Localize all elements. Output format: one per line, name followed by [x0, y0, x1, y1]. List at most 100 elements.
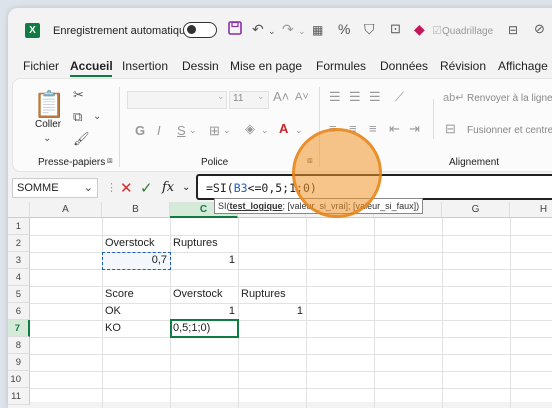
tab-affichage[interactable]: Affichage [498, 59, 548, 73]
cell-b6[interactable]: OK [102, 303, 170, 320]
name-box-dropdown-icon[interactable]: ⌄ [84, 181, 93, 194]
cell-c6[interactable]: 1 [170, 303, 238, 320]
cell-c5[interactable]: Overstock [170, 286, 238, 303]
tab-accueil[interactable]: Accueil [70, 59, 113, 73]
row-header-9[interactable]: 9 [8, 354, 30, 371]
percent-icon[interactable]: % [338, 21, 350, 37]
cell-c2[interactable]: Ruptures [170, 235, 238, 252]
increase-font-icon[interactable]: A˄ [273, 89, 289, 104]
cut-icon[interactable]: ✂ [73, 87, 84, 103]
eraser-icon[interactable]: ◆ [414, 21, 425, 38]
fill-color-icon[interactable]: ◈ [245, 121, 255, 137]
underline-dropdown-icon[interactable]: ⌄ [189, 125, 197, 136]
tab-insertion[interactable]: Insertion [122, 59, 168, 73]
increase-indent-icon[interactable]: ⇥ [409, 121, 420, 137]
cell-b7[interactable]: KO [102, 320, 170, 337]
italic-button[interactable]: I [157, 123, 161, 138]
copy-icon[interactable]: ⧉ [73, 109, 82, 125]
wrap-text-icon[interactable]: ab↵ [443, 91, 464, 104]
row-header-1[interactable]: 1 [8, 218, 30, 235]
tab-revision[interactable]: Révision [440, 59, 486, 73]
row-header-10[interactable]: 10 [8, 371, 30, 388]
insert-function-icon[interactable]: fx [162, 180, 174, 195]
font-name-dropdown-icon[interactable]: ⌄ [217, 91, 225, 102]
grid-divider [30, 388, 552, 389]
cancel-icon[interactable]: ✕ [120, 179, 133, 197]
column-header-a[interactable]: A [30, 202, 102, 218]
row-header-8[interactable]: 8 [8, 337, 30, 354]
cell-b3[interactable]: 0,7 [102, 252, 170, 269]
row-header-3[interactable]: 3 [8, 252, 30, 269]
cursor-highlight-circle [292, 128, 382, 218]
row-header-6[interactable]: 6 [8, 303, 30, 320]
frame-icon[interactable]: ⊡ [390, 21, 401, 37]
paste-label[interactable]: Coller [35, 119, 61, 130]
bold-button[interactable]: G [135, 123, 145, 138]
tab-dessin[interactable]: Dessin [182, 59, 219, 73]
fill-color-dropdown-icon[interactable]: ⌄ [261, 125, 269, 136]
row-header-4[interactable]: 4 [8, 269, 30, 286]
copy-dropdown-icon[interactable]: ⌄ [93, 111, 101, 122]
tab-fichier[interactable]: Fichier [23, 59, 59, 73]
font-color-dropdown-icon[interactable]: ⌄ [295, 125, 303, 136]
select-all-corner[interactable] [8, 202, 30, 218]
column-header-g[interactable]: G [442, 202, 510, 218]
row-header-11[interactable]: 11 [8, 388, 30, 405]
gridlines-checkbox[interactable]: ☑ [432, 24, 442, 37]
cell-c7[interactable]: 0,5;1;0) [170, 320, 238, 337]
gridlines-label: Quadrillage [442, 26, 494, 37]
save-icon[interactable] [228, 21, 242, 38]
hide-icon[interactable]: ⊘ [534, 21, 545, 37]
redo-dropdown-icon[interactable]: ⌄ [298, 26, 306, 37]
cell-d5[interactable]: Ruptures [238, 286, 306, 303]
cell-b5[interactable]: Score [102, 286, 170, 303]
paste-icon[interactable]: 📋 [33, 89, 65, 120]
row-header-2[interactable]: 2 [8, 235, 30, 252]
font-name-select[interactable] [127, 91, 227, 109]
insert-function-dropdown-icon[interactable]: ⌄ [182, 182, 190, 193]
cell-d6[interactable]: 1 [238, 303, 306, 320]
font-color-icon[interactable]: A [279, 121, 288, 136]
paste-dropdown-icon[interactable]: ⌄ [43, 133, 51, 144]
cell-b2[interactable]: Overstock [102, 235, 170, 252]
grid-divider [374, 218, 375, 408]
autosave-toggle[interactable] [183, 22, 217, 38]
undo-dropdown-icon[interactable]: ⌄ [268, 26, 276, 37]
table-icon[interactable]: ▦ [312, 23, 323, 37]
tab-formules[interactable]: Formules [316, 59, 366, 73]
hint-argument-current[interactable]: test_logique [230, 201, 283, 211]
grid-divider [30, 337, 552, 338]
view-icon[interactable]: ⊟ [508, 23, 518, 37]
wrap-text-label[interactable]: Renvoyer à la ligne a [467, 93, 552, 104]
align-middle-icon[interactable]: ☰ [349, 89, 361, 105]
font-size-value: 11 [233, 93, 244, 104]
enter-icon[interactable]: ✓ [140, 179, 153, 197]
undo-icon[interactable]: ↶ [252, 21, 264, 38]
row-header-5[interactable]: 5 [8, 286, 30, 303]
align-top-icon[interactable]: ☰ [329, 89, 341, 105]
format-painter-icon[interactable]: 🖌 [73, 131, 90, 147]
borders-dropdown-icon[interactable]: ⌄ [223, 125, 231, 136]
align-right-icon[interactable]: ≡ [369, 121, 377, 136]
decrease-indent-icon[interactable]: ⇤ [389, 121, 400, 137]
ribbon: 📋 Coller ⌄ ✂ ⧉ ⌄ 🖌 Presse-papiers ⧈ ⌄ 11… [12, 78, 552, 172]
merge-label[interactable]: Fusionner et centrer [467, 125, 552, 136]
borders-icon[interactable]: ⊞ [209, 123, 220, 139]
underline-button[interactable]: S [177, 123, 186, 138]
font-size-dropdown-icon[interactable]: ⌄ [257, 91, 265, 102]
clipboard-launcher-icon[interactable]: ⧈ [107, 155, 113, 166]
redo-icon[interactable]: ↷ [282, 21, 294, 38]
orientation-icon[interactable]: ⟋ [395, 89, 404, 105]
spreadsheet-grid[interactable]: A B C D E F G H 1 2 3 4 5 6 7 8 9 10 11 [8, 202, 552, 408]
align-bottom-icon[interactable]: ☰ [369, 89, 381, 105]
tab-donnees[interactable]: Données [380, 59, 428, 73]
name-box[interactable]: SOMME ⌄ [12, 178, 98, 198]
merge-icon[interactable]: ⊟ [445, 121, 456, 137]
decrease-font-icon[interactable]: A˅ [295, 91, 309, 103]
row-header-7[interactable]: 7 [8, 320, 30, 337]
tab-mise-en-page[interactable]: Mise en page [230, 59, 302, 73]
column-header-b[interactable]: B [102, 202, 170, 218]
cell-c3[interactable]: 1 [170, 252, 238, 269]
column-header-h[interactable]: H [510, 202, 552, 218]
filter-icon[interactable]: ⛉ [364, 21, 375, 38]
